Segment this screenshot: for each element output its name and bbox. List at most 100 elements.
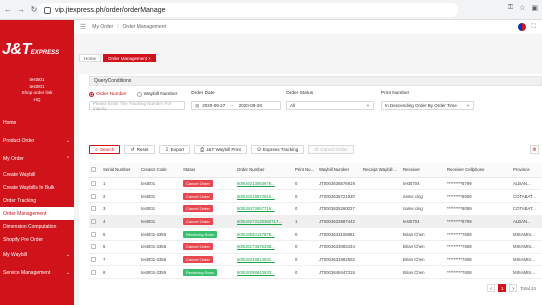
print-number-value: In Descending Order By Order Time [385,103,457,108]
next-page-button[interactable]: > [509,284,518,292]
radio-order-label: Order Number [96,92,127,97]
order-number-link[interactable]: 600U8930157875... [237,232,275,237]
row-checkbox-cell[interactable] [89,265,101,279]
browser-actions: ⚿ ☆ ▣ [508,4,538,12]
cell-status: Cancel Order [181,189,235,203]
row-checkbox[interactable] [91,193,96,199]
order-number-link[interactable]: 600U8348814631... [237,257,275,262]
chevron-icon: ⌄ [65,252,70,258]
sidebar-item-order-management[interactable]: Order Management [0,207,74,220]
order-number-link[interactable]: 600U8298843633... [237,270,275,275]
select-all-checkbox-cell[interactable] [89,163,101,178]
sidebar-item-create-waybills-in-bulk[interactable]: Create Waybills In Bulk [0,181,74,194]
order-number-link[interactable]: 600U8213083676... [237,181,275,186]
site-info-icon[interactable] [44,6,51,14]
select-all-checkbox[interactable] [91,167,96,173]
radio-waybill-number[interactable]: Waybill Number [136,92,177,97]
sidebar-item-my-waybill[interactable]: My Waybill ⌄ [0,246,74,264]
breadcrumb-root[interactable]: My Order [92,24,113,30]
sidebar-item-my-order[interactable]: My Order ⌃ [0,150,74,168]
row-checkbox[interactable] [91,219,96,225]
cell-phone: *********8799 [445,215,511,229]
search-button[interactable]: ⌕ Search [89,145,121,154]
row-checkbox[interactable] [91,181,96,187]
table-row[interactable]: 2 test001 Cancel Order 600U8218872916... 0 JT… [89,189,542,203]
row-checkbox-cell[interactable] [89,240,101,254]
order-status-select[interactable]: All ▼ [286,101,374,110]
menu-toggle-icon[interactable]: ☰ [80,23,86,31]
cell-waybill: JT0003635260037 [317,202,361,216]
sidebar-item-product-order[interactable]: Product Order ⌄ [0,132,74,150]
forward-icon[interactable]: → [16,5,26,15]
prev-page-button[interactable]: < [487,284,496,292]
cancel-order-button[interactable]: ⊘ Cancel Order [308,145,354,154]
row-checkbox[interactable] [91,244,96,250]
language-flag-icon[interactable] [517,23,526,31]
back-icon[interactable]: ← [3,5,13,15]
row-checkbox-cell[interactable] [89,253,101,267]
radio-order-number[interactable]: Order Number [89,92,127,97]
row-checkbox-cell[interactable] [89,202,101,216]
row-checkbox-cell[interactable] [89,227,101,241]
breadcrumb-current: Order Management [122,24,166,30]
row-checkbox-cell[interactable] [89,177,101,191]
row-checkbox[interactable] [91,257,96,263]
order-number-link[interactable]: 600U8218872916... [237,194,275,199]
fullscreen-icon[interactable]: ⛶ [532,24,536,31]
table-row[interactable]: 7 test001-3355 Cancel Order 600U8348814631.… [89,253,542,267]
table-row[interactable]: 6 test001-3355 Cancel Order 600U8173675338.… [89,240,542,254]
row-checkbox-cell[interactable] [89,189,101,203]
sidebar-item-service-management[interactable]: Service Management ⌄ [0,264,74,282]
extensions-icon[interactable]: ▣ [531,4,538,12]
cancel-icon: ⊘ [314,146,319,153]
table-row[interactable]: 8 test001-3355 Receiving Scan 600U829884363… [89,265,542,279]
export-button[interactable]: ⇩ Export [158,145,191,154]
sidebar-item-dimension-computation[interactable]: Dimension Computation [0,220,74,233]
main-area: ☰ My Order / Order Management ⛶ Home Orde… [74,20,542,305]
table-row[interactable]: 5 test001-3355 Receiving Scan 600U893015787… [89,227,542,241]
query-conditions-title: QueryConditions [89,76,542,86]
sidebar-item-create-waybill[interactable]: Create Waybill [0,168,74,181]
logo-main: J&T [2,41,31,58]
row-checkbox[interactable] [91,231,96,237]
sidebar-item-home[interactable]: Home [0,114,74,132]
table-row[interactable]: 4 test001 Cancel Order 600U8273130382717...… [89,215,542,229]
sidebar-item-order-tracking[interactable]: Order Tracking [0,194,74,207]
order-number-link[interactable]: 600U8273130382717... [237,219,282,224]
radio-dot [136,92,142,97]
chevron-icon: ⌄ [65,138,70,144]
address-bar[interactable]: vip.jtexpress.ph/order/orderManage [38,3,458,17]
table-body: 1 test001 Cancel Order 600U8213083676... 0 JT… [89,177,542,279]
row-checkbox[interactable] [91,206,96,212]
row-checkbox[interactable] [91,269,96,275]
order-status-value: All [290,103,296,108]
column-settings-gear-icon[interactable]: ⚙ [530,145,539,154]
cell-phone: *********7608 [445,253,511,267]
cell-serial: 6 [101,240,139,254]
date-to: 2020-09-28 [238,103,262,108]
reset-button[interactable]: ↺ Reset [124,145,155,154]
table-row[interactable]: 1 test001 Cancel Order 600U8213083676... 0 JT… [89,177,542,191]
order-date-range[interactable]: ▦ 2020-09-27 - 2020-09-28 [191,101,281,110]
row-checkbox-cell[interactable] [89,215,101,229]
order-number-input[interactable]: Please Enter The Tracking Number For Inq… [89,101,185,111]
order-number-link[interactable]: 600U8173675338... [237,244,275,249]
sidebar-item-label: Shopify Pre Order [3,236,44,243]
cell-status: Cancel Order [181,240,235,254]
content-panel: QueryConditions Order Number Waybill Num… [79,74,542,305]
sidebar-item-shopify-pre-order[interactable]: Shopify Pre Order [0,233,74,246]
tab-0[interactable]: Home [79,54,102,62]
express-tracking-button[interactable]: ⊙ Express Tracking [250,145,305,154]
cell-waybill: JT0003633105881 [317,227,361,241]
print-waybill-button[interactable]: ⎙ J&T Waybill Print [194,145,247,154]
order-number-link[interactable]: 600U8473657716... [237,206,275,211]
table-row[interactable]: 3 test001 Cancel Order 600U8473657716... 0 JT… [89,202,542,216]
status-badge: Cancel Order [183,217,213,225]
print-number-select[interactable]: In Descending Order By Order Time ▼ [381,101,474,110]
page-number-current[interactable]: 1 [498,284,507,292]
printer-icon: ⎙ [200,146,205,153]
star-icon[interactable]: ☆ [519,4,525,12]
tab-1[interactable]: Order Management × [103,54,156,62]
sidebar-item-label: Order Tracking [3,197,37,204]
key-icon[interactable]: ⚿ [508,4,513,12]
